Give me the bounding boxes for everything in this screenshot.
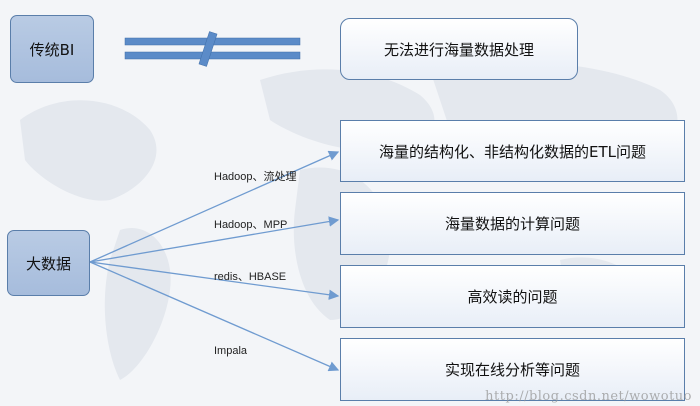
broken-link-bar [124,31,301,67]
edge-label-hadoop-stream: Hadoop、流处理 [214,171,297,183]
compute-problem-label: 海量数据的计算问题 [444,215,580,233]
etl-problem-node: 海量的结构化、非结构化数据的ETL问题 [340,120,685,182]
edge-label-impala: Impala [214,345,248,357]
online-analysis-problem-label: 实现在线分析等问题 [444,361,580,379]
big-data-label: 大数据 [25,254,71,273]
traditional-bi-label: 传统BI [29,40,75,59]
compute-problem-node: 海量数据的计算问题 [340,192,685,255]
cannot-process-node: 无法进行海量数据处理 [340,18,578,80]
big-data-node: 大数据 [7,230,90,296]
fast-read-problem-node: 高效读的问题 [340,265,685,328]
fast-read-problem-label: 高效读的问题 [467,288,558,306]
etl-problem-label: 海量的结构化、非结构化数据的ETL问题 [379,142,646,161]
traditional-bi-node: 传统BI [10,15,94,83]
cannot-process-label: 无法进行海量数据处理 [383,40,534,59]
edge-label-redis-hbase: redis、HBASE [214,271,287,283]
watermark-url: http://blog.csdn.net/wowotuo [485,389,692,404]
edge-label-hadoop-mpp: Hadoop、MPP [214,219,288,231]
